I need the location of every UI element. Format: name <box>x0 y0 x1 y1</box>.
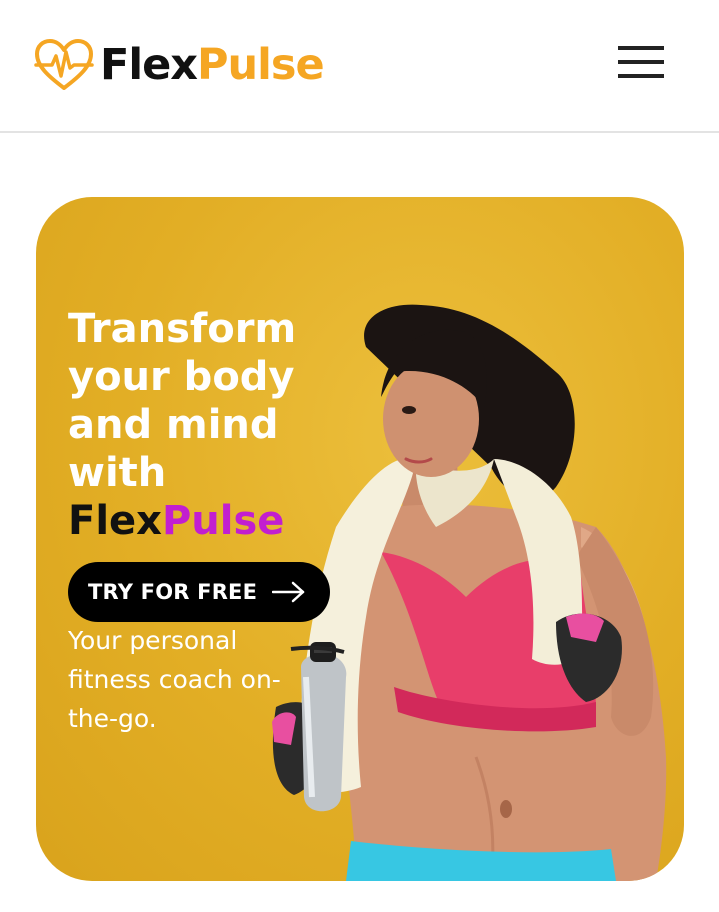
brand-wordmark: FlexPulse <box>100 43 325 87</box>
headline-brand-pulse: Pulse <box>161 498 285 544</box>
menu-bar-bottom <box>618 74 664 78</box>
brand-logo[interactable]: FlexPulse <box>34 36 325 94</box>
hero-banner: Transform your body and mind with FlexPu… <box>36 197 684 881</box>
headline-brand: FlexPulse <box>68 497 368 545</box>
try-for-free-button[interactable]: TRY FOR FREE <box>68 562 330 622</box>
menu-bar-top <box>618 46 664 50</box>
headline-brand-flex: Flex <box>68 498 162 544</box>
headline-line-1: Transform <box>68 306 297 352</box>
arrow-right-icon <box>272 581 305 603</box>
hero-subtitle: Your personal fitness coach on-the-go. <box>68 626 281 733</box>
heart-pulse-icon <box>34 39 94 90</box>
try-for-free-label: TRY FOR FREE <box>88 580 258 604</box>
brand-wordmark-flex: Flex <box>100 39 198 90</box>
headline-line-4: with <box>68 450 167 496</box>
headline-line-3: and mind <box>68 402 279 448</box>
hamburger-menu-button[interactable] <box>614 42 666 82</box>
headline-line-2: your body <box>68 354 295 400</box>
brand-wordmark-pulse: Pulse <box>197 39 325 90</box>
hero-headline: Transform your body and mind with FlexPu… <box>68 305 368 545</box>
site-header: FlexPulse <box>0 0 719 133</box>
menu-bar-middle <box>618 60 664 64</box>
